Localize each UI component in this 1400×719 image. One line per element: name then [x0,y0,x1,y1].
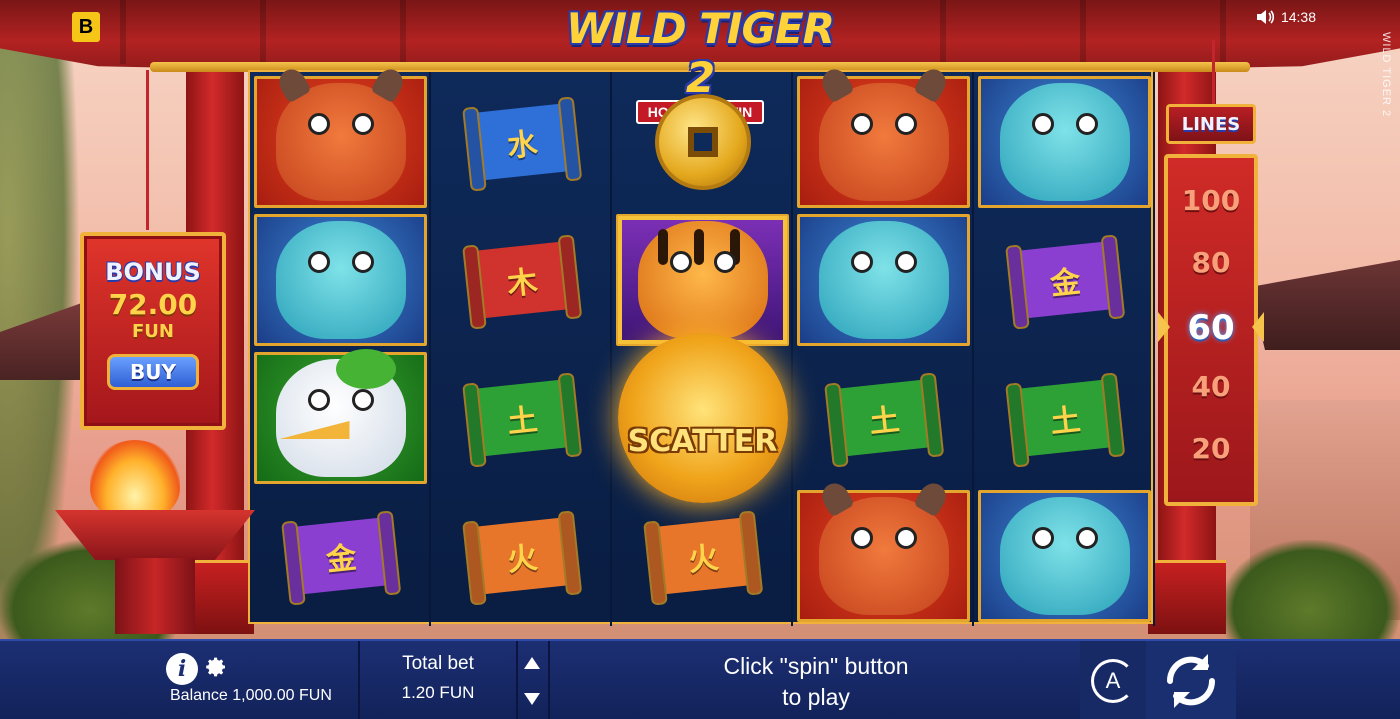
bottom-control-bar: i Balance 1,000.00 FUN Total bet 1.20 FU… [0,639,1400,719]
orange-scroll-symbol: 火 [470,517,573,595]
green-scroll-symbol: 土 [832,379,935,457]
bonus-string [146,70,149,230]
red-scroll-symbol: 木 [470,241,573,319]
gear-icon[interactable] [204,655,228,679]
background-pagoda-right [1250,260,1400,350]
purple-scroll-symbol: 金 [289,517,392,595]
green-scroll-symbol: 土 [1013,379,1116,457]
tiger-symbol [637,221,768,339]
pillar-base-right [1148,560,1226,634]
bull-symbol [816,64,951,201]
frog-symbol [275,221,406,339]
reel-symbol: 土 [795,350,972,486]
lines-option-60[interactable]: 60 [1168,308,1254,348]
reel-4: 土 [793,64,974,626]
crane-symbol [275,349,406,477]
lines-title: LINES [1166,104,1256,144]
lines-option-80[interactable]: 80 [1168,246,1254,279]
scatter-label: SCATTER [627,424,778,459]
reel-5: 金土 [974,72,1155,626]
autoplay-button[interactable]: A [1080,641,1146,719]
bull-symbol [816,478,951,615]
brand-logo: B [72,12,100,42]
clock: 14:38 [1280,9,1316,25]
instruction-line-2: to play [782,684,850,710]
reel-symbol: 金 [976,212,1153,348]
frog-symbol [818,221,949,339]
buy-bonus-button[interactable]: BUY [107,354,199,390]
spin-icon [1166,654,1216,708]
reel-symbol: 火 [433,488,610,624]
game-title-vertical: WILD TIGER 2 [1380,32,1392,118]
background-bush-right [1220,540,1400,640]
lines-option-40[interactable]: 40 [1168,370,1254,403]
reel-3: SCATTER 火 [612,72,793,626]
brazier [55,510,255,634]
green-scroll-symbol: 土 [470,379,573,457]
bonus-panel: BONUS 72.00 FUN BUY [80,232,226,430]
total-bet-label: Total bet [402,653,474,674]
bull-symbol [273,64,408,201]
orange-scroll-symbol: 火 [651,517,754,595]
instruction-line-1: Click "spin" button [723,653,909,679]
total-bet-value: 1.20 FUN [401,683,475,702]
reel-symbol [976,488,1153,624]
bonus-title: BONUS [105,258,201,286]
lines-option-20[interactable]: 20 [1168,432,1254,465]
lines-option-100[interactable]: 100 [1168,184,1254,217]
bet-decrease-button[interactable] [518,681,546,717]
reel-symbol: 木 [433,212,610,348]
info-icon[interactable]: i [166,653,198,685]
game-logo: WILD TIGER 2 HOLD AND WIN [556,4,844,124]
logo-title: WILD TIGER 2 [566,4,835,102]
total-bet-box: Total bet 1.20 FUN [360,641,516,719]
gold-coin-icon [654,94,751,190]
reel-symbol: SCATTER [614,320,791,516]
reel-2: 水木土火 [431,72,612,626]
reel-1: 金 [250,64,431,626]
reel-symbol: 土 [433,350,610,486]
arrow-down-icon [524,693,540,705]
brazier-flame [90,440,180,520]
purple-scroll-symbol: 金 [1013,241,1116,319]
frog-symbol [999,497,1130,615]
reel-symbol: 金 [252,488,429,624]
reel-symbol [976,74,1153,210]
frog-symbol [999,83,1130,201]
spin-button[interactable] [1146,641,1236,719]
reel-symbol [252,64,429,210]
balance-display: Balance 1,000.00 FUN [170,687,332,704]
reel-symbol [252,212,429,348]
reel-symbol [795,478,972,624]
blue-scroll-symbol: 水 [470,103,573,181]
arrow-up-icon [524,657,540,669]
reel-grid: 金水木土火 SCATTER 火土金土 [248,64,1155,626]
reel-symbol: 火 [614,488,791,624]
bonus-amount: 72.00 [108,288,198,321]
autoplay-icon: A [1091,659,1135,703]
reel-symbol [795,212,972,348]
scatter-symbol: SCATTER [617,333,788,503]
instruction-message: Click "spin" button to play [640,651,992,713]
lines-string [1212,40,1215,110]
reel-symbol [252,349,429,486]
reel-symbol: 土 [976,350,1153,486]
bonus-currency: FUN [132,321,174,342]
status-area: 14:38 [1255,8,1316,26]
bet-increase-button[interactable] [518,645,546,681]
lines-selector: 100 80 60 40 20 [1158,154,1258,506]
speaker-icon[interactable] [1255,8,1275,26]
